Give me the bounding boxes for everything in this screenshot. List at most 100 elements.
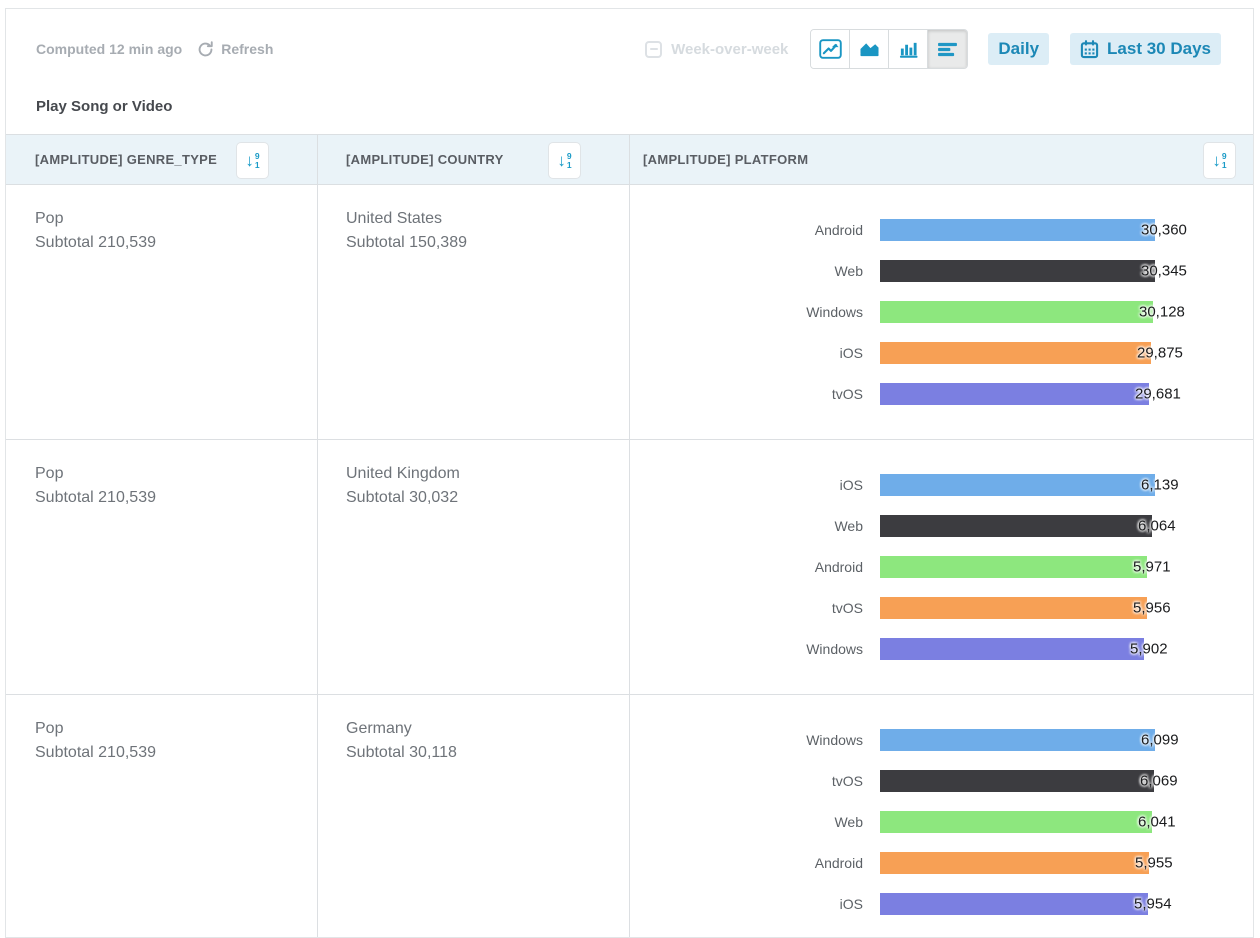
bar-row: tvOS29,681 [630,383,1253,405]
bar-value: 30,360 [1141,222,1187,239]
country-subtotal: Subtotal 30,032 [346,486,629,510]
header-genre-type: [AMPLITUDE] GENRE_TYPE ↓ 9 1 [6,135,318,184]
toolbar-left: Computed 12 min ago Refresh [36,40,273,59]
week-over-week-checkbox[interactable] [645,41,662,58]
genre-cell: Pop Subtotal 210,539 [6,440,318,694]
platform-label: iOS [630,345,863,361]
sort-genre-type-button[interactable]: ↓ 9 1 [236,142,269,179]
sort-platform-button[interactable]: ↓ 9 1 [1203,142,1236,179]
bar-track: 5,955 [880,852,1253,874]
bar[interactable] [880,515,1152,537]
bar[interactable] [880,219,1155,241]
bar[interactable] [880,383,1149,405]
interval-daily-button[interactable]: Daily [988,33,1049,65]
bar-track: 30,345 [880,260,1253,282]
table-row: Pop Subtotal 210,539 United States Subto… [6,185,1253,440]
line-chart-icon [819,39,842,59]
week-over-week-label: Week-over-week [671,41,788,58]
refresh-button[interactable]: Refresh [196,40,273,59]
bar-row: iOS 6,139 [630,474,1253,496]
bar-track: 6,041 [880,811,1253,833]
bar-value: 6,069 [1140,773,1178,790]
genre-subtotal: Subtotal 210,539 [35,741,317,765]
bar-value: 5,902 [1130,641,1168,658]
bar-track: 5,902 [880,638,1253,660]
genre-name: Pop [35,717,317,741]
area-chart-button[interactable] [850,30,889,68]
genre-cell: Pop Subtotal 210,539 [6,185,318,439]
bar-value: 5,955 [1135,855,1173,872]
calendar-icon [1080,40,1099,59]
table-row: Pop Subtotal 210,539 United Kingdom Subt… [6,440,1253,695]
header-platform: [AMPLITUDE] PLATFORM ↓ 9 1 [630,135,1253,184]
bar[interactable] [880,729,1155,751]
platform-bar-chart: Android30,360Web30,345Windows30,128iOS29… [630,185,1253,439]
sort-descending-icon: ↓ 9 1 [557,152,571,169]
bar-value: 6,139 [1141,477,1179,494]
bar[interactable] [880,474,1155,496]
week-over-week-toggle[interactable]: Week-over-week [645,41,788,58]
horizontal-bar-chart-button[interactable] [928,30,967,68]
bar-value: 30,345 [1141,263,1187,280]
bar-value: 29,681 [1135,386,1181,403]
bar-track: 6,099 [880,729,1253,751]
bar[interactable] [880,638,1144,660]
platform-label: Android [630,222,863,238]
bar[interactable] [880,556,1147,578]
line-chart-button[interactable] [811,30,850,68]
bar[interactable] [880,260,1155,282]
bar-row: iOS 29,875 [630,342,1253,364]
bar-row: Android 5,955 [630,852,1253,874]
bar-value: 30,128 [1139,304,1185,321]
column-chart-button[interactable] [889,30,928,68]
date-range-button[interactable]: Last 30 Days [1070,33,1221,65]
bar-value: 5,954 [1134,896,1172,913]
area-chart-icon [858,40,881,59]
genre-subtotal: Subtotal 210,539 [35,486,317,510]
interval-label: Daily [998,39,1039,59]
platform-label: iOS [630,477,863,493]
event-title: Play Song or Video [36,98,1253,115]
bar-row: Android5,971 [630,556,1253,578]
bar-row: iOS 5,954 [630,893,1253,915]
toolbar-right: Week-over-week [645,29,1221,69]
platform-label: Web [630,518,863,534]
bar-track: 6,069 [880,770,1253,792]
country-name: Germany [346,717,629,741]
country-cell: Germany Subtotal 30,118 [318,695,630,938]
header-country: [AMPLITUDE] COUNTRY ↓ 9 1 [318,135,630,184]
bar-track: 6,139 [880,474,1253,496]
platform-bar-chart: iOS6,139Web6,064Android5,971tvOS5,956Win… [630,440,1253,694]
bar[interactable] [880,893,1148,915]
column-chart-icon [897,40,920,59]
bar[interactable] [880,597,1147,619]
bar-track: 5,956 [880,597,1253,619]
platform-label: Android [630,855,863,871]
bar-row: Windows6,099 [630,729,1253,751]
refresh-icon [196,40,215,59]
bar[interactable] [880,342,1151,364]
platform-label: iOS [630,896,863,912]
date-range-label: Last 30 Days [1107,39,1211,59]
bar-track: 29,875 [880,342,1253,364]
bar[interactable] [880,301,1153,323]
bar-track: 5,971 [880,556,1253,578]
table-row: Pop Subtotal 210,539 Germany Subtotal 30… [6,695,1253,938]
platform-label: tvOS [630,773,863,789]
bar-value: 6,041 [1138,814,1176,831]
bar-track: 30,128 [880,301,1253,323]
bar[interactable] [880,770,1154,792]
bar[interactable] [880,811,1152,833]
genre-name: Pop [35,207,317,231]
header-platform-label: [AMPLITUDE] PLATFORM [643,152,808,167]
bar-track: 5,954 [880,893,1253,915]
country-name: United Kingdom [346,462,629,486]
platform-bar-chart: Windows6,099tvOS6,069Web6,041Android5,95… [630,695,1253,938]
sort-country-button[interactable]: ↓ 9 1 [548,142,581,179]
bar-value: 6,064 [1138,518,1176,535]
genre-name: Pop [35,462,317,486]
bar-row: Windows 5,902 [630,638,1253,660]
bar[interactable] [880,852,1149,874]
platform-label: Windows [630,641,863,657]
sort-descending-icon: ↓ 9 1 [245,152,259,169]
